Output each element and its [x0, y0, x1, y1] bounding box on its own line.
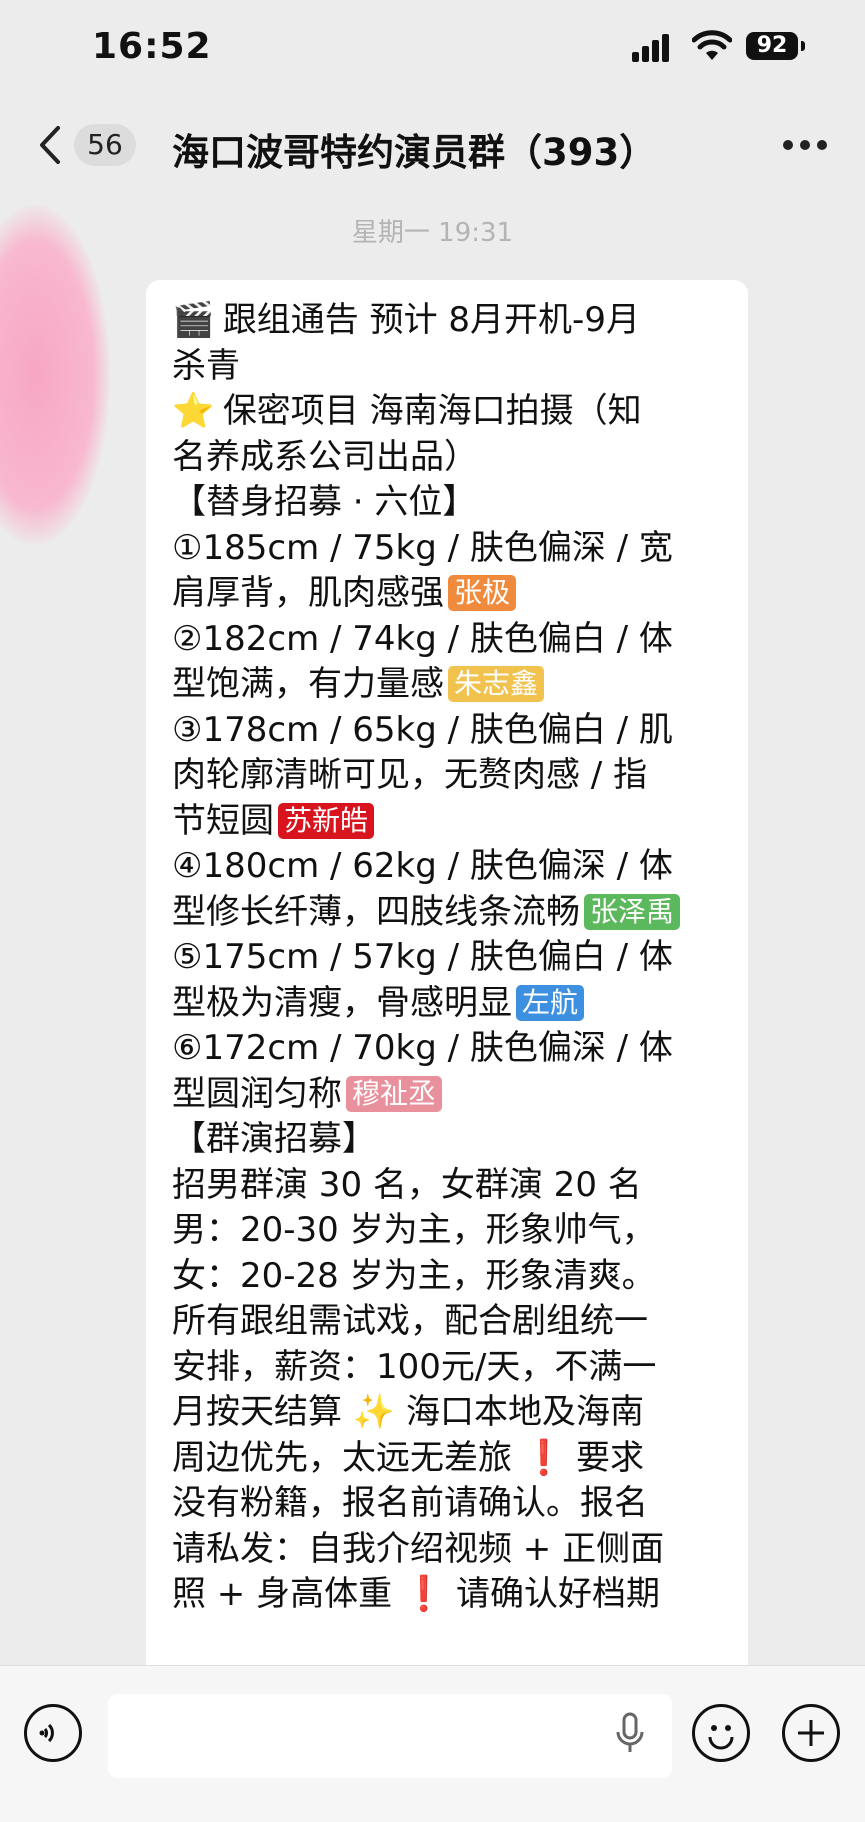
- chevron-left-icon[interactable]: [30, 122, 70, 168]
- message-line-text: 肩厚背，肌肉感强: [172, 573, 444, 613]
- name-tag: 穆祉丞: [346, 1075, 443, 1112]
- plus-icon[interactable]: [782, 1704, 840, 1762]
- message-line-text: 周边优先，太远无差旅 ❗ 要求: [172, 1437, 644, 1478]
- message-line: 女：20-28 岁为主，形象清爽。: [172, 1254, 732, 1300]
- message-line-text: 型圆润匀称: [172, 1073, 342, 1114]
- message-line: 型修长纤薄，四肢线条流畅 张泽禹: [172, 890, 732, 936]
- name-tag: 张泽禹: [584, 893, 681, 930]
- message-line: 节短圆 苏新皓: [172, 799, 732, 845]
- message-line-text: 没有粉籍，报名前请确认。报名: [172, 1483, 648, 1523]
- message-line-text: 女：20-28 岁为主，形象清爽。: [172, 1255, 656, 1296]
- message-line-text: 保密项目 海南海口拍摄（知: [222, 391, 642, 431]
- message-line: 【替身招募 · 六位】: [172, 480, 732, 526]
- message-line: 名养成系公司出品）: [172, 435, 732, 481]
- battery-indicator: 92: [746, 32, 805, 60]
- message-line-text: 肉轮廓清晰可见，无赘肉感 / 指: [172, 755, 648, 795]
- message-line: 肉轮廓清晰可见，无赘肉感 / 指: [172, 753, 732, 799]
- message-timestamp: 星期一 19:31: [351, 218, 514, 248]
- message-line-text: 型修长纤薄，四肢线条流畅: [172, 891, 580, 932]
- message-line-text: 安排，薪资：100元/天，不满一: [172, 1346, 657, 1387]
- message-line: 周边优先，太远无差旅 ❗ 要求: [172, 1436, 732, 1482]
- input-bar: [0, 1665, 865, 1822]
- message-line-text: 节短圆: [172, 800, 274, 841]
- emoji-icon[interactable]: [692, 1704, 750, 1762]
- message-line-text: 照 + 身高体重 ❗ 请确认好档期: [172, 1574, 661, 1614]
- emoji-glyph: 🎬: [172, 300, 215, 340]
- wifi-icon: [692, 30, 732, 60]
- message-line: 🎬 跟组通告 预计 8月开机-9月: [172, 298, 732, 344]
- message-line: 型极为清瘦，骨感明显 左航: [172, 981, 732, 1027]
- message-line: ⭐ 保密项目 海南海口拍摄（知: [172, 389, 732, 435]
- message-line-text: 型极为清瘦，骨感明显: [172, 982, 512, 1023]
- message-line: ①185cm / 75kg / 肤色偏深 / 宽: [172, 526, 732, 572]
- more-icon[interactable]: [780, 135, 830, 155]
- message-line-text: ⑥172cm / 70kg / 肤色偏深 / 体: [172, 1028, 673, 1068]
- message-line: 肩厚背，肌肉感强 张极: [172, 571, 732, 617]
- chat-header: 56 海口波哥特约演员群（393）: [0, 100, 865, 190]
- emoji-glyph: ⭐: [172, 391, 215, 431]
- message-line-text: ②182cm / 74kg / 肤色偏白 / 体: [172, 618, 673, 659]
- message-line-text: 【群演招募】: [172, 1119, 376, 1159]
- voice-icon[interactable]: [24, 1704, 82, 1762]
- signal-icon: [632, 34, 676, 62]
- message-line-text: 招男群演 30 名，女群演 20 名: [172, 1164, 642, 1205]
- message-line: 月按天结算 ✨ 海口本地及海南: [172, 1390, 732, 1436]
- status-time: 16:52: [92, 26, 212, 67]
- message-line-text: 型饱满，有力量感: [172, 664, 444, 704]
- message-line: 型圆润匀称 穆祉丞: [172, 1072, 732, 1118]
- status-bar: 16:52 92: [0, 0, 865, 100]
- message-line: 没有粉籍，报名前请确认。报名: [172, 1481, 732, 1527]
- message-line: 招男群演 30 名，女群演 20 名: [172, 1163, 732, 1209]
- message-line-text: 杀青: [172, 345, 240, 386]
- name-tag: 左航: [516, 984, 585, 1021]
- message-text: 🎬 跟组通告 预计 8月开机-9月 杀青 ⭐ 保密项目 海南海口拍摄（知 名养成系公司…: [172, 298, 732, 1618]
- message-line: ②182cm / 74kg / 肤色偏白 / 体: [172, 617, 732, 663]
- unread-count-badge[interactable]: 56: [74, 124, 136, 166]
- message-line: 照 + 身高体重 ❗ 请确认好档期: [172, 1572, 732, 1618]
- message-line: ⑤175cm / 57kg / 肤色偏白 / 体: [172, 935, 732, 981]
- message-line: ⑥172cm / 70kg / 肤色偏深 / 体: [172, 1026, 732, 1072]
- message-line-text: 请私发：自我介绍视频 + 正侧面: [172, 1528, 665, 1569]
- message-line: ③178cm / 65kg / 肤色偏白 / 肌: [172, 708, 732, 754]
- message-line-text: ④180cm / 62kg / 肤色偏深 / 体: [172, 846, 673, 886]
- message-line: 安排，薪资：100元/天，不满一: [172, 1345, 732, 1391]
- avatar-blur: [0, 205, 110, 545]
- message-line-text: ①185cm / 75kg / 肤色偏深 / 宽: [172, 527, 673, 568]
- message-line-text: 名养成系公司出品）: [172, 436, 478, 477]
- message-input[interactable]: [108, 1694, 672, 1778]
- message-line: 【群演招募】: [172, 1117, 732, 1163]
- name-tag: 苏新皓: [278, 802, 375, 839]
- message-line: 请私发：自我介绍视频 + 正侧面: [172, 1527, 732, 1573]
- message-line: 男：20-30 岁为主，形象帅气，: [172, 1208, 732, 1254]
- message-line: 杀青: [172, 344, 732, 390]
- message-line-text: 跟组通告 预计 8月开机-9月: [222, 300, 640, 340]
- message-line: 所有跟组需试戏，配合剧组统一: [172, 1299, 732, 1345]
- mic-icon[interactable]: [614, 1712, 646, 1756]
- message-line-text: ③178cm / 65kg / 肤色偏白 / 肌: [172, 709, 673, 750]
- message-line: ④180cm / 62kg / 肤色偏深 / 体: [172, 844, 732, 890]
- message-line-text: 所有跟组需试戏，配合剧组统一: [172, 1301, 648, 1341]
- message-line-text: 【替身招募 · 六位】: [172, 482, 477, 522]
- message-line-text: ⑤175cm / 57kg / 肤色偏白 / 体: [172, 937, 673, 977]
- name-tag: 朱志鑫: [448, 666, 545, 702]
- message-line: 型饱满，有力量感 朱志鑫: [172, 662, 732, 708]
- message-line-text: 男：20-30 岁为主，形象帅气，: [172, 1210, 656, 1250]
- name-tag: 张极: [448, 575, 517, 611]
- chat-title: 海口波哥特约演员群（393）: [172, 131, 657, 174]
- message-line-text: 月按天结算 ✨ 海口本地及海南: [172, 1392, 644, 1432]
